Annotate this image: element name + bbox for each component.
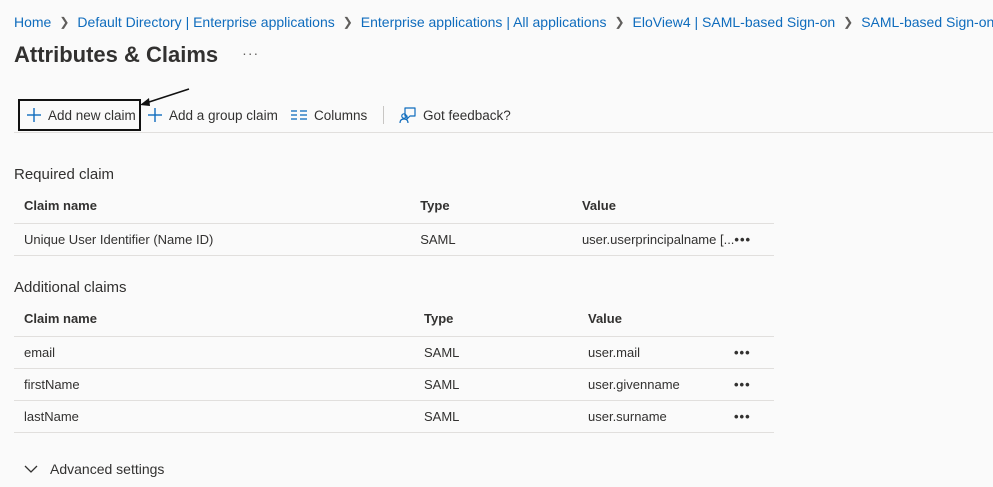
claim-value-cell: user.mail [578, 335, 734, 368]
claim-value-cell: user.userprincipalname [... [571, 222, 735, 256]
table-header-row: Claim name Type Value [14, 189, 774, 223]
claim-value-cell: user.surname [578, 399, 734, 433]
title-row: Attributes & Claims ··· [14, 42, 259, 68]
columns-label: Columns [314, 107, 368, 123]
column-header-claim-name[interactable]: Claim name [14, 189, 410, 223]
table-row[interactable]: Unique User Identifier (Name ID) SAML us… [14, 222, 774, 256]
claim-type-cell: SAML [414, 399, 578, 433]
breadcrumb-app-saml-sign-on[interactable]: EloView4 | SAML-based Sign-on [633, 14, 836, 30]
chevron-right-icon: ❯ [614, 15, 625, 29]
claim-name-cell: firstName [14, 367, 414, 400]
table-header-row: Claim name Type Value [14, 302, 774, 336]
toolbar-divider [383, 106, 384, 124]
page-more-button[interactable]: ··· [242, 45, 259, 61]
row-actions-cell: ••• [734, 399, 774, 433]
breadcrumb-all-applications[interactable]: Enterprise applications | All applicatio… [361, 14, 607, 30]
chevron-right-icon: ❯ [843, 15, 854, 29]
column-header-value[interactable]: Value [572, 189, 734, 223]
command-bar: Add new claim Add a group claim Columns … [14, 97, 993, 133]
required-claim-heading: Required claim [14, 166, 115, 183]
table-row[interactable]: firstName SAML user.givenname ••• [14, 367, 774, 400]
breadcrumb-enterprise-applications[interactable]: Default Directory | Enterprise applicati… [77, 14, 334, 30]
column-header-actions [734, 302, 774, 336]
claim-name-cell: lastName [14, 399, 414, 433]
advanced-settings-label: Advanced settings [50, 461, 165, 477]
column-header-value[interactable]: Value [578, 302, 734, 336]
table-row[interactable]: lastName SAML user.surname ••• [14, 399, 774, 433]
ellipsis-icon[interactable]: ••• [734, 232, 751, 247]
got-feedback-label: Got feedback? [423, 107, 511, 123]
column-header-actions [734, 189, 774, 223]
additional-claims-heading: Additional claims [14, 279, 127, 296]
columns-icon [291, 110, 307, 120]
add-new-claim-button[interactable]: Add new claim [18, 99, 141, 131]
add-group-claim-label: Add a group claim [169, 107, 278, 123]
feedback-icon [399, 107, 416, 124]
columns-button[interactable]: Columns [290, 101, 367, 129]
claim-value-cell: user.givenname [578, 367, 734, 400]
plus-icon [148, 108, 162, 122]
advanced-settings-toggle[interactable]: Advanced settings [24, 461, 164, 477]
claim-type-cell: SAML [414, 335, 578, 368]
plus-icon [27, 108, 41, 122]
breadcrumb-saml-sign-on[interactable]: SAML-based Sign-on [861, 14, 993, 30]
column-header-type[interactable]: Type [414, 302, 578, 336]
chevron-right-icon: ❯ [59, 15, 70, 29]
row-actions-cell: ••• [734, 367, 774, 400]
claim-type-cell: SAML [410, 222, 572, 256]
claim-name-cell: email [14, 335, 414, 368]
column-header-claim-name[interactable]: Claim name [14, 302, 414, 336]
chevron-right-icon: ❯ [342, 15, 353, 29]
add-group-claim-button[interactable]: Add a group claim [147, 101, 278, 129]
breadcrumb-home[interactable]: Home [14, 14, 51, 30]
breadcrumb: Home ❯ Default Directory | Enterprise ap… [14, 13, 993, 31]
chevron-down-icon [24, 465, 38, 473]
required-claim-table: Claim name Type Value Unique User Identi… [14, 189, 774, 256]
column-header-type[interactable]: Type [410, 189, 572, 223]
ellipsis-icon[interactable]: ••• [734, 345, 751, 360]
row-actions-cell: ••• [734, 335, 774, 368]
claim-name-cell: Unique User Identifier (Name ID) [14, 222, 411, 256]
additional-claims-table: Claim name Type Value email SAML user.ma… [14, 302, 774, 433]
ellipsis-icon[interactable]: ••• [734, 409, 751, 424]
claim-type-cell: SAML [414, 367, 578, 400]
got-feedback-button[interactable]: Got feedback? [399, 101, 511, 129]
ellipsis-icon[interactable]: ••• [734, 377, 751, 392]
page-title: Attributes & Claims [14, 42, 219, 67]
row-actions-cell: ••• [734, 222, 774, 256]
add-new-claim-label: Add new claim [48, 107, 136, 123]
table-row[interactable]: email SAML user.mail ••• [14, 335, 774, 368]
